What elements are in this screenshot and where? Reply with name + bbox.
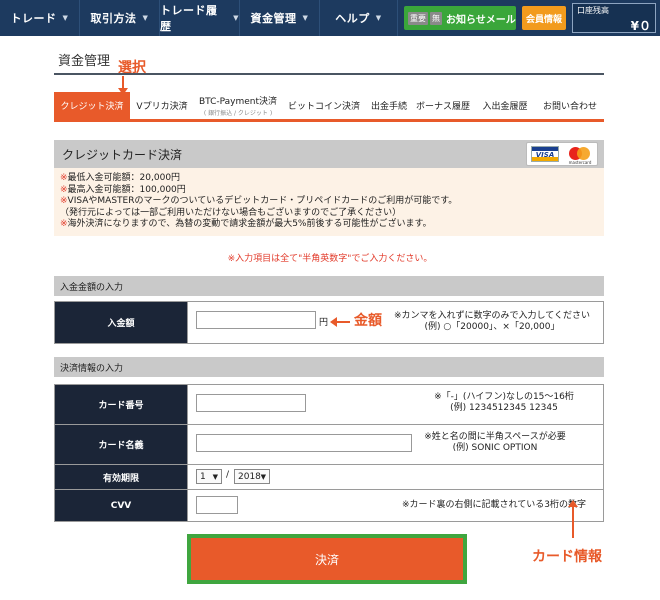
amount-label: 入金額 <box>54 301 188 344</box>
nav-item-funds[interactable]: 資金管理 ▼ <box>240 0 320 36</box>
tab-label: BTC-Payment決済 <box>198 97 278 107</box>
tab-bonus-history[interactable]: ボーナス履歴 <box>412 92 474 119</box>
nav-item-label: 資金管理 <box>250 12 297 25</box>
expiry-cell: 1 ▼ / 2018 ▼ <box>187 464 604 490</box>
card-number-label: カード番号 <box>54 384 188 425</box>
tab-vpreca[interactable]: Vプリカ決済 <box>130 92 194 119</box>
credit-card-header: クレジットカード決済 VISA mastercard <box>54 140 604 168</box>
note-line: ※VISAやMASTERのマークのついているデビットカード・プリペイドカードのご… <box>60 196 458 206</box>
input-format-note: ※入力項目は全て"半角英数字"でご入力ください。 <box>227 254 433 264</box>
note-line: ※海外決済になりますので、為替の変動で請求金額が最大5%前後する可能性がございま… <box>60 219 432 229</box>
card-name-cell: ※姓と名の間に半角スペースが必要 (例) SONIC OPTION <box>187 424 604 465</box>
payment-section-header: 決済情報の入力 <box>54 357 604 377</box>
cvv-cell: ※カード裏の右側に記載されている3桁の数字 <box>187 489 604 522</box>
nav-item-how-to-trade[interactable]: 取引方法 ▼ <box>80 0 160 36</box>
mastercard-logo-icon: mastercard <box>567 146 593 165</box>
amount-input[interactable] <box>196 311 316 329</box>
tab-label: お問い合わせ <box>542 102 597 112</box>
cvv-input[interactable] <box>196 496 238 514</box>
member-info-button[interactable]: 会員情報 <box>522 6 566 30</box>
card-logos: VISA mastercard <box>526 142 598 166</box>
card-name-input[interactable] <box>196 434 412 452</box>
submit-highlight: 決済 <box>187 534 467 584</box>
notice-mail-button[interactable]: 重要 無 お知らせメール <box>404 6 516 30</box>
balance-label: 口座残高 <box>577 6 609 15</box>
triangle-down-icon: ▼ <box>260 473 266 481</box>
expiry-year-select[interactable]: 2018 ▼ <box>234 469 270 484</box>
annotation-arrow-left <box>330 317 350 327</box>
tab-label: 入出金履歴 <box>482 102 528 112</box>
card-number-input[interactable] <box>196 394 306 412</box>
payment-table: カード番号 ※「-」(ハイフン)なしの15～16桁 (例) 1234512345… <box>54 384 604 522</box>
tab-withdraw[interactable]: 出金手続 <box>366 92 412 119</box>
tab-contact[interactable]: お問い合わせ <box>536 92 604 119</box>
tab-label: ビットコイン決済 <box>287 102 360 112</box>
card-number-hint: ※「-」(ハイフン)なしの15～16桁 (例) 1234512345 12345 <box>434 392 574 413</box>
nav-item-label: トレード <box>10 12 57 25</box>
cvv-label: CVV <box>54 489 188 522</box>
tab-label: Vプリカ決済 <box>136 102 188 112</box>
amount-field-cell: 円 金額 ※カンマを入れずに数字のみで入力してください (例) ○「20000」… <box>187 301 604 344</box>
amount-table: 入金額 円 金額 ※カンマを入れずに数字のみで入力してください (例) ○「20… <box>54 301 604 344</box>
tab-label: ボーナス履歴 <box>415 102 470 112</box>
account-balance: 口座残高 ¥０ <box>572 3 656 33</box>
triangle-down-icon: ▼ <box>375 14 382 22</box>
expiry-month-select[interactable]: 1 ▼ <box>196 469 222 484</box>
note-line: ※最低入金可能額：20,000円 <box>60 173 181 183</box>
credit-card-title: クレジットカード決済 <box>62 147 183 162</box>
notice-mail-label: お知らせメール <box>446 14 516 26</box>
tab-bitcoin[interactable]: ビットコイン決済 <box>282 92 366 119</box>
payment-tabs: クレジット決済 Vプリカ決済 BTC-Payment決済 ( 銀行振込 / クレジ… <box>54 92 604 122</box>
annotation-arrow-down <box>118 76 128 95</box>
amount-section-header: 入金金額の入力 <box>54 276 604 296</box>
nav-item-trade-history[interactable]: トレード履歴 ▼ <box>160 0 240 36</box>
annotation-arrow-up <box>568 500 578 538</box>
submit-payment-button[interactable]: 決済 <box>191 538 463 580</box>
expiry-year-value: 2018 <box>238 471 261 482</box>
tab-btc-payment[interactable]: BTC-Payment決済 ( 銀行振込 / クレジット ) <box>194 92 282 119</box>
nav-item-help[interactable]: ヘルプ ▼ <box>320 0 398 36</box>
triangle-down-icon: ▼ <box>302 14 309 22</box>
tab-credit[interactable]: クレジット決済 <box>54 92 130 119</box>
free-tag: 無 <box>430 11 442 25</box>
nav-item-label: トレード履歴 <box>160 4 218 33</box>
triangle-down-icon: ▼ <box>233 14 239 22</box>
page-title: 資金管理 <box>58 54 111 69</box>
annotation-card-info: カード情報 <box>532 549 602 565</box>
nav-item-label: ヘルプ <box>335 12 370 25</box>
credit-notes: ※最低入金可能額：20,000円 ※最高入金可能額：100,000円 ※VISA… <box>54 168 604 236</box>
annotation-amount: 金額 <box>354 313 382 329</box>
expiry-label: 有効期限 <box>54 464 188 490</box>
expiry-month-value: 1 <box>200 471 206 482</box>
amount-hint: ※カンマを入れずに数字のみで入力してください (例) ○「20000」、×「20… <box>393 311 590 332</box>
title-divider <box>54 73 604 75</box>
card-number-cell: ※「-」(ハイフン)なしの15～16桁 (例) 1234512345 12345 <box>187 384 604 425</box>
note-line: ※最高入金可能額：100,000円 <box>60 184 186 195</box>
card-name-label: カード名義 <box>54 424 188 465</box>
nav-item-trade[interactable]: トレード ▼ <box>0 0 80 36</box>
nav-item-label: 取引方法 <box>90 12 137 25</box>
triangle-down-icon: ▼ <box>212 473 218 481</box>
triangle-down-icon: ▼ <box>62 14 69 22</box>
tab-deposit-history[interactable]: 入出金履歴 <box>474 92 536 119</box>
yen-unit: 円 <box>319 318 329 328</box>
balance-value: ¥０ <box>630 19 651 33</box>
expiry-separator: / <box>226 470 230 480</box>
tab-label: 出金手続 <box>370 102 407 112</box>
visa-logo-icon: VISA <box>531 146 559 162</box>
note-line: （発行元によっては一部ご利用いただけない場合もございますのでご了承ください） <box>60 207 402 218</box>
tab-sublabel: ( 銀行振込 / クレジット ) <box>203 110 273 117</box>
triangle-down-icon: ▼ <box>142 14 149 22</box>
important-tag: 重要 <box>408 11 428 25</box>
card-name-hint: ※姓と名の間に半角スペースが必要 (例) SONIC OPTION <box>424 432 566 453</box>
tab-label: クレジット決済 <box>60 102 124 112</box>
